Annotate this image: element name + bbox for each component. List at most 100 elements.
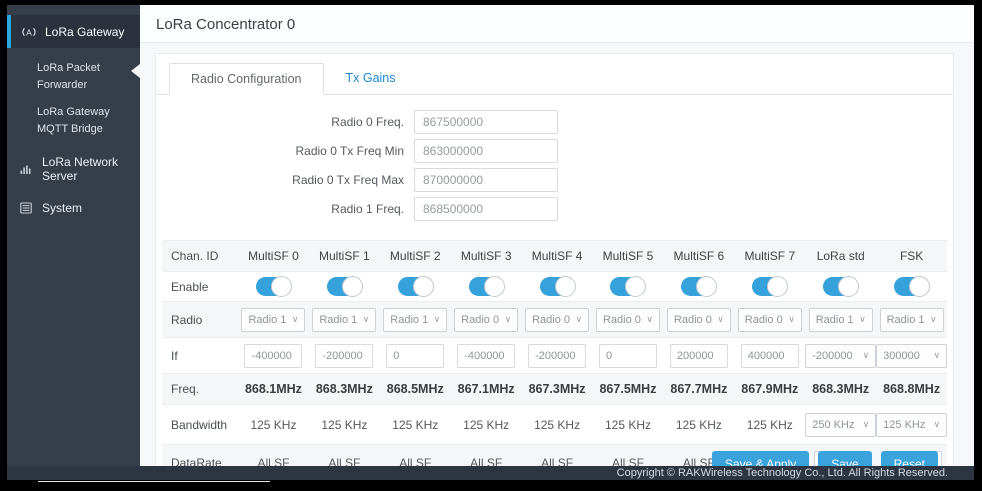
select-value: Radio 1 (886, 313, 925, 326)
if-input-5[interactable] (598, 343, 657, 368)
chevron-down-icon: ∨ (862, 350, 870, 360)
radio-select-1[interactable]: Radio 1 ∨ (312, 307, 377, 332)
select-value: 125 KHz (883, 418, 926, 431)
toggle-knob (270, 276, 292, 297)
enable-toggle-5[interactable] (610, 276, 647, 297)
chevron-down-icon: ∨ (575, 314, 583, 324)
sidebar-item-lora-gateway-mqtt-bridge[interactable]: LoRa Gateway MQTT Bridge (37, 104, 140, 138)
tab-tx-gains[interactable]: Tx Gains (324, 63, 418, 94)
enable-toggle-4[interactable] (539, 276, 576, 297)
chevron-down-icon: ∨ (933, 350, 941, 360)
chevron-down-icon: ∨ (859, 314, 866, 324)
bandwidth-select-8[interactable]: 250 KHz ∨ (805, 412, 877, 437)
if-input-3[interactable] (457, 343, 516, 368)
radio-select-7[interactable]: Radio 0 ∨ (737, 307, 802, 332)
bandwidth-value-6: 125 KHz (675, 417, 722, 432)
if-select-9[interactable]: 300000 ∨ (876, 343, 948, 368)
if-select-8[interactable]: -200000 ∨ (805, 343, 877, 368)
radio0-freq-input[interactable] (414, 110, 558, 134)
copyright-footer: Copyright © RAKWireless Technology Co., … (7, 466, 974, 480)
column-header: MultiSF 2 (389, 249, 441, 263)
if-input-2[interactable] (386, 343, 445, 368)
radio-select-0[interactable]: Radio 1 ∨ (241, 307, 306, 332)
toggle-knob (412, 276, 434, 297)
radio-select-2[interactable]: Radio 1 ∨ (383, 307, 448, 332)
select-value: Radio 0 (744, 313, 783, 326)
enable-toggle-7[interactable] (752, 276, 789, 297)
channel-table: Chan. ID MultiSF 0 MultiSF 1 MultiSF 2 Multi… (162, 240, 948, 480)
tab-radio-configuration[interactable]: Radio Configuration (169, 63, 324, 95)
radio1-freq-input[interactable] (414, 197, 558, 221)
field-label: Radio 0 Freq. (331, 115, 404, 129)
table-row-if: If -200000 ∨ 300000 ∨ (162, 337, 948, 373)
app-window: A LoRa Gateway LoRa Packet Forwarder LoR… (7, 5, 974, 480)
radio-select-5[interactable]: Radio 0 ∨ (595, 307, 660, 332)
toggle-knob (341, 276, 363, 297)
if-input-7[interactable] (740, 343, 799, 368)
column-header: MultiSF 4 (531, 249, 583, 263)
toggle-knob (625, 276, 647, 297)
select-value: 300000 (883, 349, 920, 362)
sidebar: A LoRa Gateway LoRa Packet Forwarder LoR… (7, 5, 140, 480)
enable-toggle-3[interactable] (468, 276, 505, 297)
select-value: Radio 0 (461, 313, 500, 326)
sidebar-subitem-label: LoRa Gateway MQTT Bridge (37, 106, 110, 136)
chevron-down-icon: ∨ (788, 314, 795, 324)
sidebar-item-lora-packet-forwarder[interactable]: LoRa Packet Forwarder (37, 60, 140, 94)
bandwidth-value-4: 125 KHz (534, 417, 581, 432)
main-content: LoRa Concentrator 0 Radio Configuration … (140, 5, 974, 480)
radio-select-6[interactable]: Radio 0 ∨ (666, 307, 731, 332)
radio-select-9[interactable]: Radio 1 ∨ (879, 307, 944, 332)
select-value: Radio 1 (248, 313, 287, 326)
toggle-knob (483, 276, 505, 297)
table-row-radio: Radio Radio 1 ∨ Radio 1 ∨ Radio 1 ∨ Radio 0 ∨ Rad… (162, 301, 947, 337)
sidebar-item-label: LoRa Network Server (42, 155, 119, 184)
freq-value-0: 868.1MHz (244, 382, 302, 396)
row-label: Bandwidth (171, 417, 228, 432)
select-value: Radio 1 (390, 313, 429, 326)
enable-toggle-9[interactable] (894, 276, 931, 297)
enable-toggle-1[interactable] (326, 276, 363, 297)
radio-select-4[interactable]: Radio 0 ∨ (525, 307, 590, 332)
if-input-4[interactable] (528, 343, 587, 368)
bandwidth-select-9[interactable]: 125 KHz ∨ (876, 412, 948, 437)
row-label: Radio (171, 312, 203, 327)
toggle-knob (767, 276, 789, 297)
if-input-0[interactable] (244, 343, 303, 368)
row-label: Freq. (171, 382, 200, 396)
sidebar-item-lora-gateway[interactable]: A LoRa Gateway (7, 15, 140, 48)
bandwidth-value-0: 125 KHz (250, 417, 297, 432)
field-label: Radio 0 Tx Freq Min (295, 144, 405, 158)
column-header: MultiSF 7 (744, 249, 796, 263)
tab-bar: Radio Configuration Tx Gains (156, 54, 953, 95)
chevron-down-icon: ∨ (717, 314, 724, 324)
enable-toggle-2[interactable] (397, 276, 434, 297)
column-header: Chan. ID (171, 249, 219, 263)
radio0-tx-freq-min-input[interactable] (414, 139, 558, 163)
sidebar-item-system[interactable]: System (7, 200, 140, 216)
chevron-down-icon: ∨ (646, 314, 653, 324)
table-row-freq: Freq. 868.1MHz 868.3MHz 868.5MHz 867.1MHz 867… (162, 373, 947, 404)
radio-select-8[interactable]: Radio 1 ∨ (808, 307, 873, 332)
chevron-down-icon: ∨ (433, 314, 441, 324)
enable-toggle-0[interactable] (255, 276, 292, 297)
radio-frequency-form: Radio 0 Freq. Radio 0 Tx Freq Min Radio … (156, 95, 953, 230)
enable-toggle-8[interactable] (823, 276, 860, 297)
bandwidth-value-1: 125 KHz (321, 417, 368, 432)
freq-value-6: 867.7MHz (670, 382, 728, 396)
enable-toggle-6[interactable] (681, 276, 718, 297)
radio0-tx-freq-max-input[interactable] (414, 168, 558, 192)
bar-chart-icon (18, 161, 34, 177)
select-value: -200000 (812, 349, 853, 362)
chevron-down-icon: ∨ (933, 419, 941, 429)
if-input-6[interactable] (669, 343, 728, 368)
bandwidth-value-2: 125 KHz (392, 417, 439, 432)
sidebar-item-lora-network-server[interactable]: LoRa Network Server (7, 155, 140, 183)
field-label: Radio 1 Freq. (331, 202, 404, 216)
if-input-1[interactable] (315, 343, 374, 368)
sidebar-item-label: LoRa Gateway (45, 24, 125, 39)
column-header: FSK (899, 249, 924, 263)
radio-select-3[interactable]: Radio 0 ∨ (454, 307, 519, 332)
sidebar-subitem-label: LoRa Packet Forwarder (37, 62, 100, 92)
column-header: LoRa std (816, 249, 865, 263)
